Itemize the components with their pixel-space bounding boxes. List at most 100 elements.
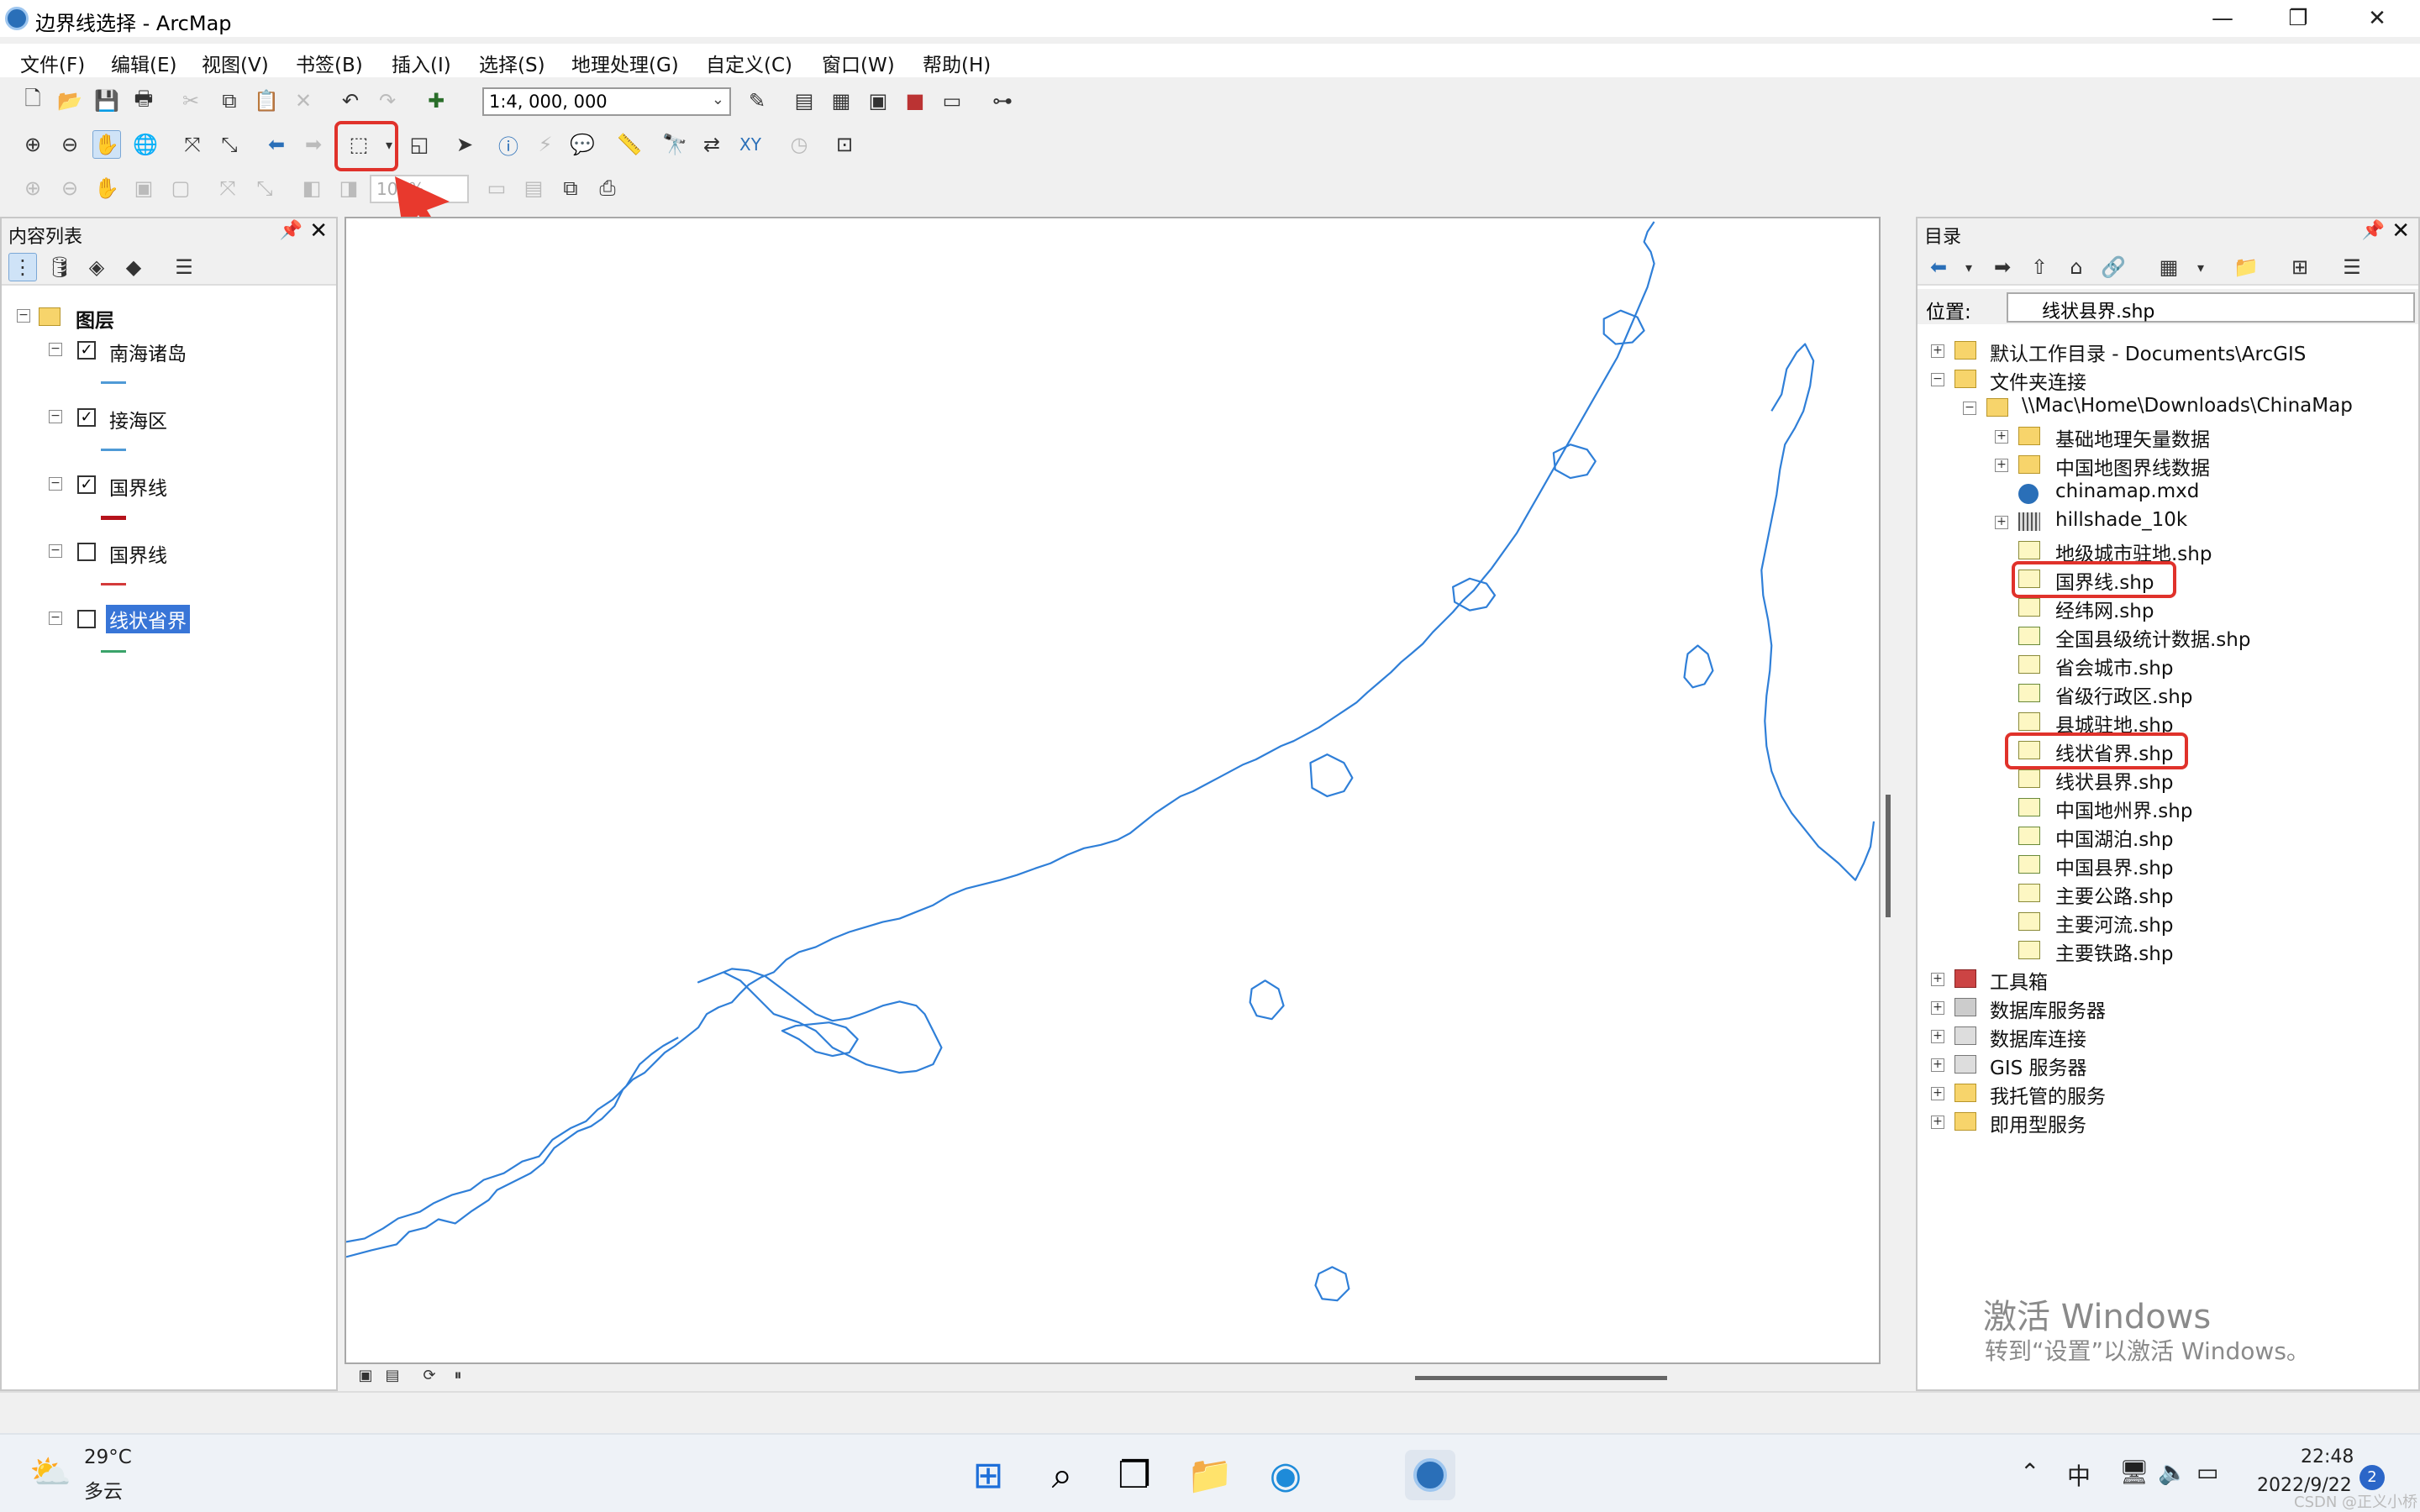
catalog-database-servers[interactable]: 数据库服务器 (1990, 995, 2106, 1023)
toc-layer-guojiexian[interactable]: 国界线 (109, 472, 167, 501)
arctoolbox-icon[interactable]: ■ (901, 87, 929, 115)
expand-icon[interactable]: + (1995, 430, 2008, 444)
change-layout-icon[interactable]: ⧉ (556, 174, 585, 202)
clear-selection-icon[interactable]: ◱ (405, 130, 434, 159)
redo-icon[interactable]: ↷ (373, 87, 402, 115)
create-viewer-icon[interactable]: ⊡ (830, 130, 859, 159)
copy-icon[interactable]: ⧉ (215, 87, 244, 115)
collapse-icon[interactable]: − (49, 477, 62, 491)
delete-icon[interactable]: ✕ (289, 87, 318, 115)
zoom-in-icon[interactable]: ⊕ (18, 130, 47, 159)
menu-help[interactable]: 帮助(H) (923, 49, 991, 77)
hyperlink-icon[interactable]: ⚡ (531, 130, 560, 159)
collapse-icon[interactable]: − (49, 410, 62, 423)
previous-extent-layout-icon[interactable]: ◧ (297, 174, 326, 202)
catalog-gis-servers[interactable]: GIS 服务器 (1990, 1052, 2087, 1080)
catalog-item-chinamap-mxd[interactable]: chinamap.mxd (2055, 480, 2199, 502)
volume-icon[interactable]: 🔈 (2158, 1458, 2187, 1486)
restore-button[interactable]: ❐ (2260, 0, 2336, 37)
cut-icon[interactable]: ✂ (176, 87, 205, 115)
up-one-level-icon[interactable]: ⇧ (2025, 253, 2054, 281)
expand-icon[interactable]: + (1931, 1087, 1944, 1100)
collapse-icon[interactable]: − (49, 544, 62, 558)
pan-icon[interactable]: ✋ (92, 130, 121, 159)
next-extent-layout-icon[interactable]: ◨ (334, 174, 363, 202)
catalog-hosted-services[interactable]: 我托管的服务 (1990, 1080, 2106, 1109)
menu-file[interactable]: 文件(F) (20, 49, 85, 77)
catalog-item-heliu[interactable]: 主要河流.shp (2055, 909, 2173, 937)
data-view-button[interactable]: ▣ (351, 1361, 380, 1389)
catalog-ready-to-use-services[interactable]: 即用型服务 (1990, 1109, 2086, 1137)
html-popup-icon[interactable]: 💬 (568, 130, 597, 159)
location-combobox[interactable]: 线状县界.shp (2007, 292, 2415, 323)
layout-zoom-out-icon[interactable]: ⊖ (55, 174, 84, 202)
arcmap-taskbar-icon[interactable] (1405, 1450, 1455, 1500)
file-explorer-icon[interactable]: 📁 (1185, 1450, 1235, 1500)
catalog-item-hupo[interactable]: 中国湖泊.shp (2055, 823, 2173, 852)
list-by-drawing-order-icon[interactable]: ⋮ (8, 253, 37, 281)
map-view[interactable] (345, 217, 1881, 1364)
search-window-icon[interactable]: ▣ (864, 87, 892, 115)
layer-visibility-checkbox[interactable]: ✓ (77, 408, 96, 427)
tree-toggle-icon[interactable]: ⊞ (2286, 253, 2314, 281)
identify-icon[interactable]: ⓘ (494, 130, 523, 159)
zoom-whole-page-icon[interactable]: ▣ (129, 174, 158, 202)
network-icon[interactable]: 🖥 (2119, 1458, 2149, 1486)
collapse-icon[interactable]: − (49, 612, 62, 625)
weather-cloud-icon[interactable]: ⛅ (25, 1446, 76, 1497)
new-folder-icon[interactable]: 📁 (2232, 253, 2260, 281)
map-horizontal-scrollbar[interactable] (1415, 1376, 1667, 1380)
python-window-icon[interactable]: ▭ (938, 87, 966, 115)
input-method-indicator[interactable]: 中 (2067, 1458, 2091, 1492)
catalog-item-tielu[interactable]: 主要铁路.shp (2055, 937, 2173, 966)
fixed-zoom-out-layout-icon[interactable]: ⤡ (250, 174, 279, 202)
expand-icon[interactable]: + (1931, 1116, 1944, 1129)
catalog-item-hillshade[interactable]: hillshade_10k (2055, 509, 2187, 531)
catalog-options-icon[interactable]: ☰ (2338, 253, 2366, 281)
toc-layer-guojiexian-2[interactable]: 国界线 (109, 539, 167, 568)
save-icon[interactable]: 💾 (92, 87, 121, 115)
catalog-item-jichudili[interactable]: 基础地理矢量数据 (2055, 423, 2210, 452)
layer-symbol[interactable] (101, 516, 126, 520)
menu-bookmarks[interactable]: 书签(B) (296, 49, 363, 77)
zoom-100-icon[interactable]: ▢ (166, 174, 195, 202)
collapse-icon[interactable]: − (17, 309, 30, 323)
map-scale-combobox[interactable]: 1:4, 000, 000 ⌄ (482, 87, 731, 116)
print-icon[interactable]: 🖶 (129, 87, 158, 115)
layer-symbol[interactable] (101, 381, 126, 384)
catalog-item-jingweiwang[interactable]: 经纬网.shp (2055, 595, 2154, 623)
expand-icon[interactable]: + (1995, 459, 2008, 472)
editor-toolbar-icon[interactable]: ✎ (743, 87, 771, 115)
expand-icon[interactable]: + (1931, 1058, 1944, 1072)
task-view-icon[interactable]: ❐ (1109, 1450, 1160, 1500)
forward-extent-icon[interactable]: ➡ (299, 130, 328, 159)
paste-icon[interactable]: 📋 (252, 87, 281, 115)
weather-temperature[interactable]: 29°C (84, 1446, 132, 1468)
notification-badge[interactable]: 2 (2360, 1465, 2385, 1490)
find-icon[interactable]: 🔭 (660, 130, 689, 159)
expand-icon[interactable]: + (1995, 516, 2008, 529)
toc-options-icon[interactable]: ☰ (170, 253, 198, 281)
menu-geoprocessing[interactable]: 地理处理(G) (571, 49, 679, 77)
search-icon[interactable]: ⌕ (1037, 1450, 1087, 1500)
catalog-default-home[interactable]: 默认工作目录 - Documents\ArcGIS (1990, 338, 2306, 366)
data-driven-pages-icon[interactable]: ⎙ (593, 174, 622, 202)
chevron-up-icon[interactable]: ⌃ (2020, 1458, 2039, 1486)
close-button[interactable]: ✕ (2339, 0, 2415, 37)
layer-visibility-checkbox[interactable]: ✓ (77, 341, 96, 360)
expand-icon[interactable]: + (1931, 1030, 1944, 1043)
catalog-connection-path[interactable]: \\Mac\Home\Downloads\ChinaMap (2022, 395, 2353, 417)
pin-icon[interactable]: 📌 (2362, 220, 2385, 241)
open-icon[interactable]: 📂 (55, 87, 84, 115)
list-by-visibility-icon[interactable]: ◈ (82, 253, 111, 281)
go-to-xy-icon[interactable]: XY (736, 130, 765, 159)
time-slider-icon[interactable]: ◷ (785, 130, 813, 159)
pause-drawing-icon[interactable]: ⏸ (444, 1361, 472, 1389)
catalog-item-shengjixingzhengqu[interactable]: 省级行政区.shp (2055, 680, 2192, 709)
find-route-icon[interactable]: ⇄ (697, 130, 726, 159)
expand-icon[interactable]: + (1931, 1001, 1944, 1015)
catalog-item-xianjie[interactable]: 中国县界.shp (2055, 852, 2173, 880)
battery-icon[interactable]: ▭ (2196, 1458, 2218, 1486)
catalog-folder-connections[interactable]: 文件夹连接 (1990, 366, 2086, 395)
layer-symbol[interactable] (101, 650, 126, 653)
